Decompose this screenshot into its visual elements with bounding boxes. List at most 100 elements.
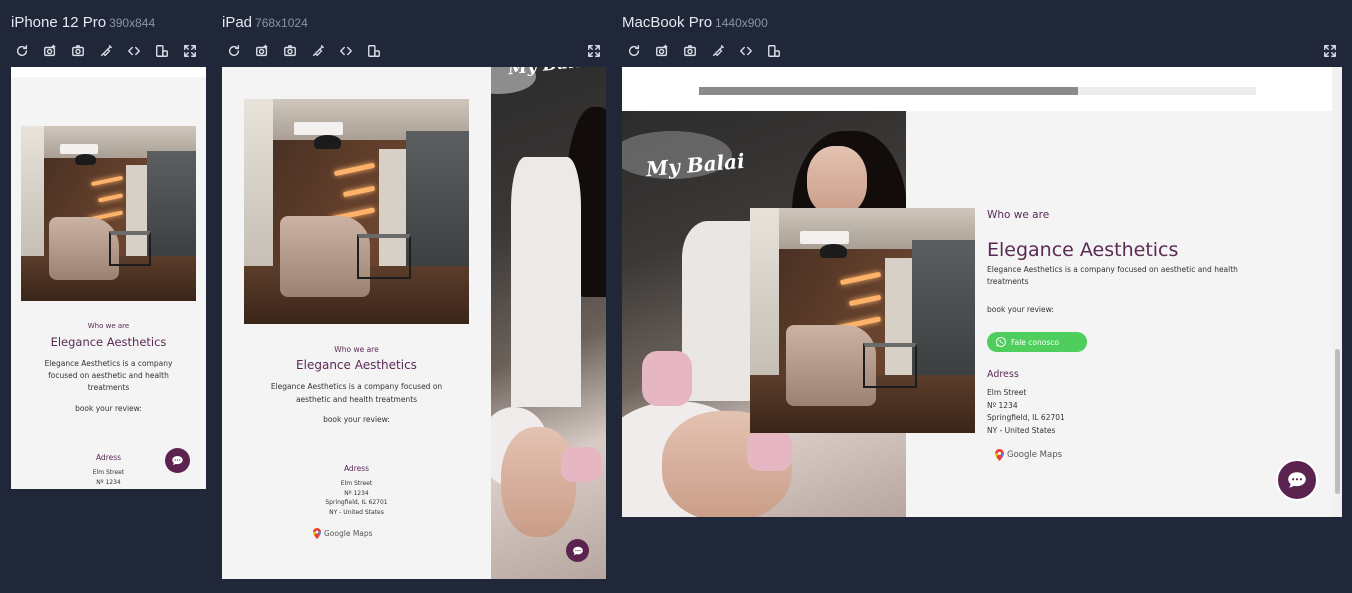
rotate-device-icon — [156, 45, 168, 57]
scrollbar-thumb[interactable] — [1335, 349, 1340, 494]
macbook-viewport: My Balai Who we are Elegance Aesthetics … — [622, 67, 1342, 517]
syringe-icon — [100, 45, 112, 57]
device-dims: 390x844 — [109, 16, 156, 30]
code-icon — [128, 46, 140, 56]
code-icon — [740, 46, 752, 56]
eyebrow: Who we are — [87, 322, 130, 330]
syringe-icon — [712, 45, 724, 57]
address-line: Nº 1234 — [987, 400, 1018, 410]
chat-button[interactable] — [165, 448, 190, 473]
syringe-icon — [312, 45, 324, 57]
camera-icon — [684, 45, 696, 57]
device-name: MacBook Pro — [622, 14, 713, 31]
device-dims: 1440x900 — [715, 16, 768, 30]
header-strip — [11, 67, 206, 77]
review-prompt: book your review: — [987, 305, 1054, 314]
toolbar-iphone — [8, 42, 204, 60]
address-line: NY - United States — [987, 425, 1056, 435]
capture-button[interactable] — [676, 42, 704, 60]
rotate-device-icon — [368, 45, 380, 57]
address-line: Springfield, IL 62701 — [987, 413, 1065, 422]
address-line: Elm Street — [987, 388, 1027, 397]
page-title: Elegance Aesthetics — [296, 358, 417, 372]
review-prompt: book your review: — [323, 415, 390, 424]
toolbar-macbook — [620, 42, 788, 60]
address-line: Elm Street — [340, 480, 373, 487]
rotate-button[interactable] — [148, 42, 176, 60]
address-line: Springfield, IL 62701 — [325, 499, 388, 506]
toolbar-ipad — [220, 42, 388, 60]
rotate-button[interactable] — [760, 42, 788, 60]
fullscreen-button[interactable] — [580, 42, 608, 60]
chat-button[interactable] — [1276, 459, 1318, 501]
inspect-button[interactable] — [92, 42, 120, 60]
expand-icon — [1324, 45, 1336, 57]
screenshot-button[interactable] — [36, 42, 64, 60]
camera-icon — [72, 45, 84, 57]
page-title: Elegance Aesthetics — [987, 239, 1179, 261]
address-block: Elm Street Nº 1234 Springfield, IL 62701… — [987, 387, 1065, 437]
description: Elegance Aesthetics is a company focused… — [270, 382, 443, 404]
address-line: NY - United States — [329, 508, 384, 516]
expand-icon — [588, 45, 600, 57]
hero-image — [491, 67, 606, 579]
chat-icon — [572, 546, 583, 555]
map-pin-icon — [995, 449, 1004, 461]
refresh-button[interactable] — [620, 42, 648, 60]
scrollbar-track[interactable] — [1333, 67, 1342, 517]
loading-track — [699, 87, 1256, 95]
google-maps-link[interactable]: Google Maps — [313, 528, 373, 539]
capture-button[interactable] — [64, 42, 92, 60]
refresh-icon — [628, 45, 640, 57]
map-pin-icon — [313, 528, 321, 539]
page-title: Elegance Aesthetics — [50, 335, 167, 349]
chat-icon — [172, 455, 183, 466]
expand-icon — [184, 45, 196, 57]
camera-plus-icon — [44, 44, 56, 57]
eyebrow: Who we are — [334, 345, 379, 354]
whatsapp-icon — [995, 336, 1007, 348]
camera-icon — [284, 45, 296, 57]
address-heading: Adress — [987, 369, 1019, 380]
code-button[interactable] — [732, 42, 760, 60]
whatsapp-button[interactable]: Fale conosco — [987, 332, 1087, 352]
rotate-button[interactable] — [360, 42, 388, 60]
screenshot-button[interactable] — [248, 42, 276, 60]
address-heading: Adress — [343, 464, 370, 473]
capture-button[interactable] — [276, 42, 304, 60]
camera-plus-icon — [256, 44, 268, 57]
refresh-button[interactable] — [8, 42, 36, 60]
device-title-macbook: MacBook Pro 1440x900 — [622, 14, 768, 31]
loading-progress-fill — [699, 87, 1078, 95]
code-icon — [340, 46, 352, 56]
address-line: Nº 1234 — [96, 479, 121, 486]
camera-plus-icon — [656, 44, 668, 57]
fullscreen-button[interactable] — [176, 42, 204, 60]
refresh-icon — [16, 45, 28, 57]
device-title-ipad: iPad 768x1024 — [222, 14, 308, 31]
refresh-button[interactable] — [220, 42, 248, 60]
inspect-button[interactable] — [704, 42, 732, 60]
device-name: iPad — [222, 14, 253, 31]
inspect-button[interactable] — [304, 42, 332, 60]
salon-image — [750, 208, 975, 433]
description: Elegance Aesthetics is a company focused… — [987, 265, 1238, 286]
device-title-iphone: iPhone 12 Pro 390x844 — [11, 14, 155, 31]
salon-image — [21, 126, 196, 301]
description: Elegance Aesthetics is a company focused… — [44, 359, 173, 392]
eyebrow: Who we are — [987, 209, 1050, 221]
screenshot-button[interactable] — [648, 42, 676, 60]
chat-button[interactable] — [566, 539, 589, 562]
code-button[interactable] — [120, 42, 148, 60]
address-line: Springfield, IL 62701 — [11, 488, 206, 489]
review-prompt: book your review: — [75, 404, 142, 413]
fullscreen-button[interactable] — [1316, 42, 1344, 60]
rotate-device-icon — [768, 45, 780, 57]
chat-icon — [1288, 472, 1306, 488]
salon-image — [244, 99, 469, 324]
google-maps-label: Google Maps — [324, 529, 373, 538]
code-button[interactable] — [332, 42, 360, 60]
address-line: Nº 1234 — [344, 489, 369, 497]
google-maps-link[interactable]: Google Maps — [995, 449, 1062, 461]
ipad-viewport: Who we are Elegance Aesthetics Elegance … — [222, 67, 606, 579]
